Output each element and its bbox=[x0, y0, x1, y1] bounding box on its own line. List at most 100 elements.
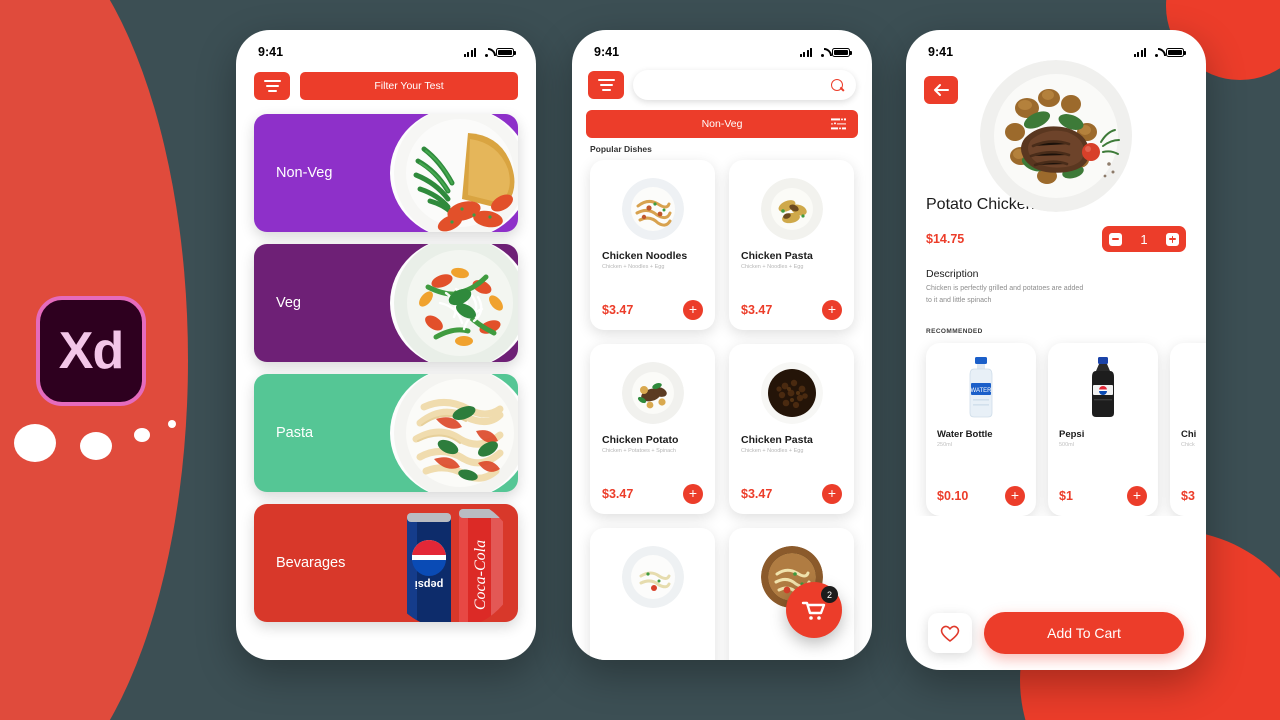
quantity-stepper[interactable]: 1 bbox=[1102, 226, 1186, 252]
adobe-xd-logo-text: Xd bbox=[58, 322, 124, 380]
recommended-label: RECOMMENDED bbox=[926, 328, 983, 336]
status-time: 9:41 bbox=[258, 45, 284, 59]
cart-fab-button[interactable]: 2 bbox=[786, 582, 842, 638]
category-label: Pasta bbox=[276, 425, 314, 441]
dish-name: Chicken Noodles bbox=[602, 250, 688, 262]
svg-text:pepsi: pepsi bbox=[415, 578, 444, 590]
dish-price: $3.47 bbox=[741, 487, 773, 501]
category-card-pasta[interactable]: Pasta bbox=[254, 374, 518, 492]
category-card-veg[interactable]: Veg bbox=[254, 244, 518, 362]
search-input[interactable] bbox=[645, 79, 831, 91]
category-card-nonveg[interactable]: Non-Veg bbox=[254, 114, 518, 232]
add-recommended-button[interactable]: + bbox=[1127, 486, 1147, 507]
pasta-white-plate-image bbox=[621, 546, 684, 608]
recommended-name: Pepsi bbox=[1059, 429, 1085, 441]
detail-body: Potato Chicken $14.75 1 Description Chic… bbox=[906, 196, 1206, 306]
dish-footer: $3.47 + bbox=[602, 300, 703, 320]
veg-salad-noodles-image bbox=[390, 244, 518, 362]
dish-card[interactable]: Chicken Potato Chicken + Potatoes + Spin… bbox=[590, 344, 715, 514]
cellular-signal-icon bbox=[1133, 47, 1146, 57]
add-dish-button[interactable]: + bbox=[822, 484, 842, 504]
chicken-noodles-bowl-image bbox=[621, 178, 684, 240]
dish-name: Chicken Potato bbox=[602, 434, 679, 446]
dish-name: Chicken Pasta bbox=[741, 434, 813, 446]
category-list: Non-Veg Veg Pasta Bevarages pepsi Coca-C… bbox=[236, 100, 536, 622]
dish-detail-price: $14.75 bbox=[926, 232, 965, 246]
dish-footer: $3.47 + bbox=[602, 484, 703, 504]
filter-bar-label: Non-Veg bbox=[701, 118, 743, 130]
water-bottle-image: WATER bbox=[953, 355, 1009, 421]
add-dish-button[interactable]: + bbox=[683, 484, 703, 504]
chicken-potato-plate-image bbox=[621, 362, 684, 424]
section-title-popular-dishes: Popular Dishes bbox=[590, 144, 652, 154]
recommended-footer: $3 + bbox=[1181, 486, 1206, 506]
dish-footer: $3.47 + bbox=[741, 484, 842, 504]
quantity-value: 1 bbox=[1140, 231, 1148, 247]
status-bar: 9:41 bbox=[572, 30, 872, 66]
pepsi-cocacola-cans-image: pepsi Coca-Cola bbox=[383, 504, 518, 622]
add-dish-button[interactable]: + bbox=[822, 300, 842, 320]
filter-button[interactable]: Filter Your Test bbox=[300, 72, 518, 100]
wifi-icon bbox=[480, 48, 492, 57]
chicken-pasta-plate-image bbox=[760, 178, 823, 240]
recommended-subtitle: Chick bbox=[1181, 442, 1195, 449]
phone-screen-dish-list: 9:41 Non-Veg Popular Dishes Chicken Nood… bbox=[572, 30, 872, 660]
shopping-cart-icon bbox=[801, 601, 826, 620]
recommended-subtitle: 500ml bbox=[1059, 442, 1074, 449]
dish-card[interactable]: Chicken Pasta Chicken + Noodles + Egg $3… bbox=[729, 160, 854, 330]
dish-card[interactable]: Chicken Noodles Chicken + Noodles + Egg … bbox=[590, 160, 715, 330]
dish-subtitle: Chicken + Noodles + Egg bbox=[741, 264, 804, 270]
svg-text:Coca-Cola: Coca-Cola bbox=[472, 540, 489, 610]
recommended-row[interactable]: WATER Water Bottle 250ml $0.10 + Pepsi 5… bbox=[906, 335, 1206, 517]
dish-name: Chicken Pasta bbox=[741, 250, 813, 262]
sliders-icon[interactable] bbox=[831, 117, 846, 131]
recommended-card[interactable]: WATER Water Bottle 250ml $0.10 + bbox=[926, 343, 1036, 517]
hero-section bbox=[906, 60, 1206, 212]
wifi-icon bbox=[1150, 48, 1162, 57]
heart-icon bbox=[940, 625, 960, 642]
battery-icon bbox=[1166, 47, 1186, 57]
recommended-price: $3 bbox=[1181, 489, 1195, 504]
recommended-card[interactable]: Chi Chick $3 + bbox=[1170, 343, 1206, 517]
hamburger-menu-icon[interactable] bbox=[588, 71, 624, 99]
hamburger-menu-icon[interactable] bbox=[254, 72, 290, 100]
description-text: Chicken is perfectly grilled and potatoe… bbox=[926, 285, 1084, 304]
cola-bottle-image bbox=[1197, 355, 1206, 421]
top-bar: Filter Your Test bbox=[236, 66, 536, 100]
dish-price: $3.47 bbox=[741, 303, 773, 317]
svg-text:WATER: WATER bbox=[971, 388, 993, 394]
dish-card[interactable]: Chicken Pasta Chicken + Noodles + Egg $3… bbox=[729, 344, 854, 514]
dish-card[interactable] bbox=[590, 528, 715, 660]
dish-subtitle: Chicken + Noodles + Egg bbox=[741, 448, 804, 454]
search-box[interactable] bbox=[633, 70, 856, 100]
pepsi-bottle-image bbox=[1075, 355, 1131, 421]
category-card-bevarages[interactable]: Bevarages pepsi Coca-Cola bbox=[254, 504, 518, 622]
recommended-card[interactable]: Pepsi 500ml $1 + bbox=[1048, 343, 1158, 517]
decorative-dot bbox=[134, 428, 150, 442]
dish-price: $3.47 bbox=[602, 487, 634, 501]
add-to-cart-button[interactable]: Add To Cart bbox=[984, 612, 1184, 654]
search-icon[interactable] bbox=[831, 78, 844, 92]
chicken-beans-bowl-image bbox=[760, 362, 823, 424]
recommended-price: $1 bbox=[1059, 489, 1073, 504]
status-time: 9:41 bbox=[594, 45, 620, 59]
status-icons bbox=[463, 47, 516, 57]
decorative-dot bbox=[80, 432, 112, 460]
wifi-icon bbox=[816, 48, 828, 57]
phone-screen-categories: 9:41 Filter Your Test Non-Veg Veg Pasta … bbox=[236, 30, 536, 660]
filter-bar-nonveg[interactable]: Non-Veg bbox=[586, 110, 858, 138]
decrement-quantity-button[interactable] bbox=[1109, 232, 1122, 246]
decorative-dot bbox=[14, 424, 56, 462]
add-recommended-button[interactable]: + bbox=[1005, 486, 1025, 507]
dish-subtitle: Chicken + Potatoes + Spinach bbox=[602, 448, 676, 454]
increment-quantity-button[interactable] bbox=[1165, 232, 1179, 246]
add-dish-button[interactable]: + bbox=[683, 300, 703, 320]
category-label: Veg bbox=[276, 295, 301, 311]
cellular-signal-icon bbox=[799, 47, 812, 57]
description-heading: Description bbox=[926, 268, 979, 280]
favorite-button[interactable] bbox=[928, 613, 972, 653]
chicken-rice-greenbeans-image bbox=[390, 114, 518, 232]
back-button[interactable] bbox=[924, 76, 958, 104]
category-label: Bevarages bbox=[276, 555, 346, 571]
recommended-price: $0.10 bbox=[937, 489, 969, 504]
